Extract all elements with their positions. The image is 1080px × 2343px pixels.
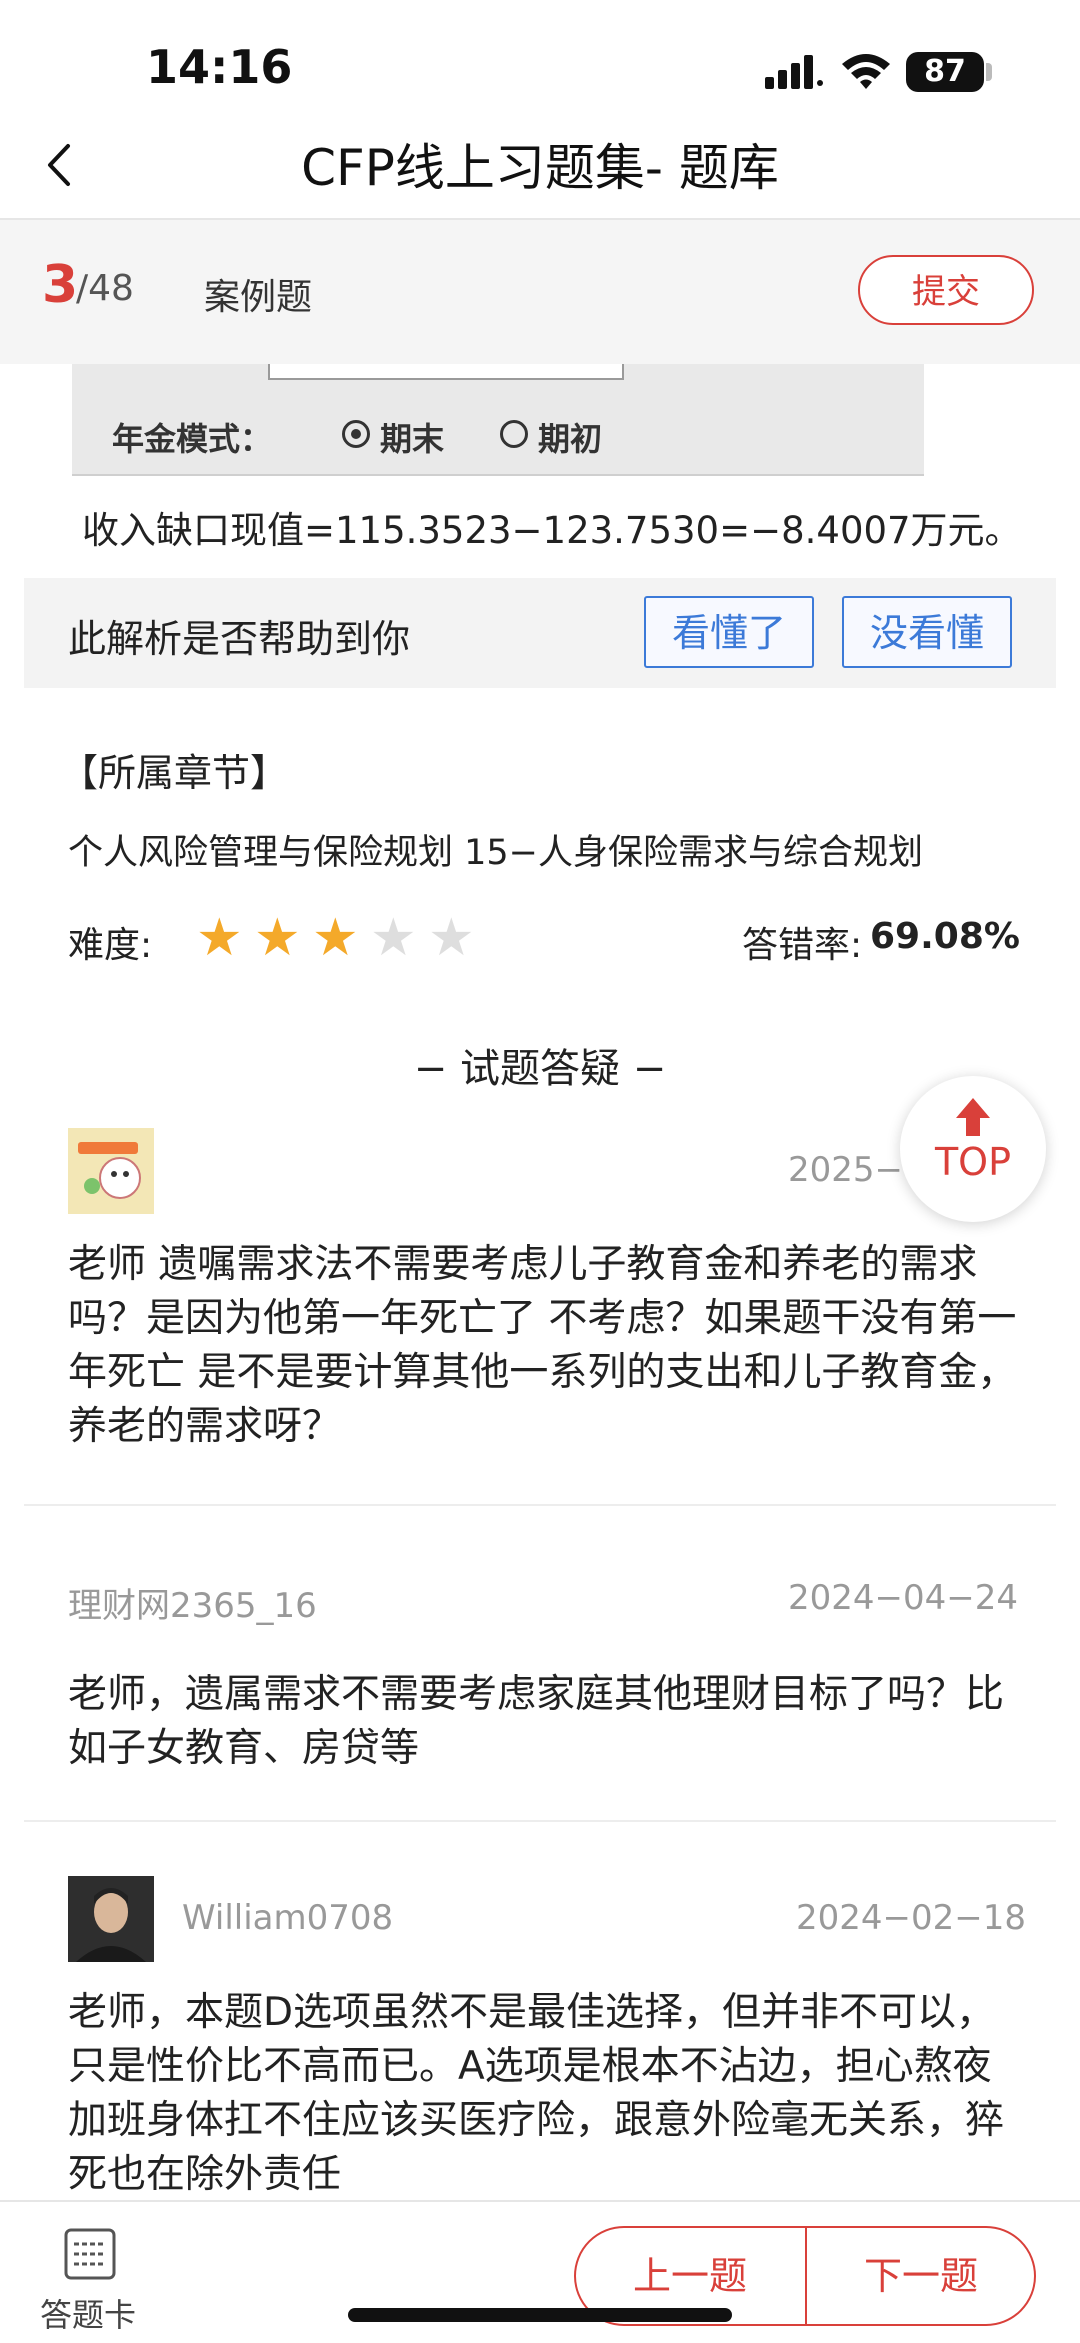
page-title: CFP线上习题集- 题库	[301, 139, 779, 197]
question-type: 案例题	[204, 277, 313, 318]
comment-divider	[24, 1820, 1056, 1822]
comment-text: 老师 遗嘱需求法不需要考虑儿子教育金和养老的需求吗？是因为他第一年死亡了 不考虑…	[68, 1242, 1017, 1449]
answer-card-icon[interactable]	[64, 2228, 116, 2280]
status-time: 14:16	[146, 40, 293, 94]
error-rate-value: 69.08%	[870, 916, 1020, 957]
chapter-value: 个人风险管理与保险规划 15−人身保险需求与综合规划	[68, 833, 923, 873]
comment-divider	[24, 1504, 1056, 1506]
radio-end-icon	[342, 420, 370, 448]
home-indicator[interactable]	[348, 2308, 732, 2322]
radio-begin-label: 期初	[538, 420, 603, 458]
cellular-signal-icon	[765, 55, 823, 89]
qa-heading: − 试题答疑 −	[413, 1046, 667, 1092]
question-total: /48	[76, 268, 134, 309]
battery-tip	[986, 63, 992, 81]
comment-username: 理财网2365_16	[68, 1586, 317, 1626]
battery-icon: 87	[906, 52, 984, 92]
analysis-calculation: 收入缺口现值=115.3523−123.7530=−8.4007万元。	[82, 509, 1022, 552]
annuity-mode-label: 年金模式：	[112, 420, 273, 458]
comment-text: 老师，本题D选项虽然不是最佳选择，但并非不可以，只是性价比不高而已。A选项是根本…	[68, 1990, 1005, 2197]
star-icon: ★	[196, 908, 243, 968]
submit-button[interactable]: 提交	[858, 255, 1034, 325]
current-question-number: 3	[42, 255, 79, 315]
next-question-button[interactable]: 下一题	[806, 2226, 1036, 2326]
analysis-image-input	[268, 364, 624, 380]
star-icon: ★	[312, 908, 359, 968]
error-rate-label: 答错率:	[742, 925, 863, 966]
star-empty-icon: ★	[428, 908, 475, 968]
feedback-question: 此解析是否帮助到你	[68, 617, 411, 661]
comment-date: 2024−04−24	[788, 1578, 1019, 1618]
avatar[interactable]	[68, 1128, 154, 1214]
avatar[interactable]	[68, 1876, 154, 1962]
wifi-icon	[842, 54, 890, 89]
not-understood-button[interactable]: 没看懂	[842, 596, 1012, 668]
comment-username: William0708	[182, 1898, 394, 1938]
scroll-top-label: TOP	[934, 1140, 1012, 1184]
star-empty-icon: ★	[370, 908, 417, 968]
difficulty-label: 难度:	[68, 925, 153, 966]
comment-text: 老师，遗属需求不需要考虑家庭其他理财目标了吗？比如子女教育、房贷等	[68, 1672, 1005, 1771]
arrow-up-icon	[956, 1098, 990, 1136]
answer-card-label[interactable]: 答题卡	[40, 2290, 136, 2336]
star-icon: ★	[254, 908, 301, 968]
comment-date: 2024−02−18	[796, 1898, 1027, 1938]
radio-begin-icon	[500, 420, 528, 448]
chapter-heading: 【所属章节】	[60, 751, 289, 795]
radio-end-label: 期末	[380, 420, 445, 458]
understood-button[interactable]: 看懂了	[644, 596, 814, 668]
